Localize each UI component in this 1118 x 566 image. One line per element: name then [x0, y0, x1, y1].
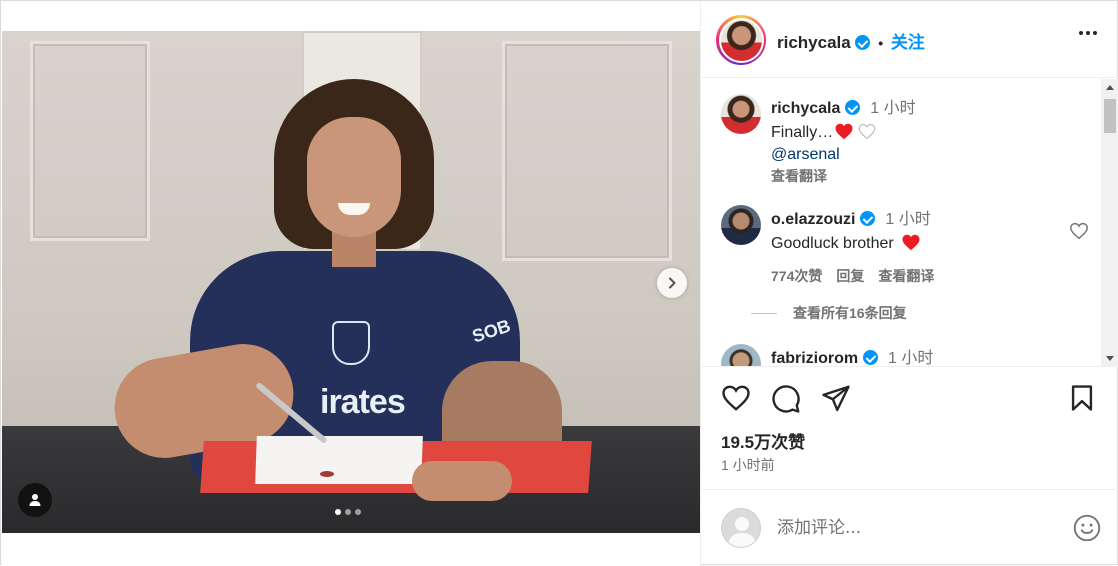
paper-seal [320, 471, 334, 477]
comments-scrollbar[interactable] [1101, 79, 1118, 366]
author-avatar-image [720, 19, 762, 61]
more-options-button[interactable] [1079, 31, 1097, 35]
white-heart-emoji-icon [858, 124, 876, 140]
share-icon [822, 385, 850, 412]
separator: • [878, 35, 884, 51]
post-dialog: irates SOB richycala • 关注 richycala 1 小时… [0, 0, 1118, 566]
emoji-button[interactable] [1073, 514, 1101, 547]
current-user-avatar [721, 508, 761, 548]
author-line: richycala • 关注 [777, 28, 925, 53]
follow-button[interactable]: 关注 [891, 33, 925, 52]
comment-meta: 774次赞 回复 查看翻译 [771, 266, 1071, 286]
avatar[interactable] [721, 344, 761, 366]
red-heart-emoji-icon [902, 234, 920, 251]
verified-icon [855, 35, 871, 50]
view-replies-button[interactable]: 查看所有16条回复 [751, 303, 907, 323]
carousel-dot [345, 509, 351, 515]
add-comment-bar [701, 489, 1118, 566]
verified-icon [862, 350, 878, 365]
comment-username[interactable]: richycala [771, 100, 840, 117]
more-icon [1079, 31, 1083, 35]
avatar[interactable] [721, 94, 761, 134]
post-sidebar: richycala • 关注 richycala 1 小时 Finally… @… [700, 1, 1118, 566]
replies-line [751, 312, 777, 314]
carousel-dot [355, 509, 361, 515]
see-translation-link[interactable]: 查看翻译 [878, 266, 934, 286]
like-button[interactable] [721, 384, 751, 417]
author-avatar[interactable] [716, 15, 766, 65]
bookmark-icon [1071, 385, 1093, 411]
wall-panel [502, 41, 672, 261]
comment-input[interactable] [777, 516, 1047, 540]
heart-icon [722, 385, 750, 411]
default-avatar-icon [728, 517, 756, 547]
comment-time[interactable]: 1 小时 [888, 350, 933, 366]
like-comment-button[interactable] [1069, 222, 1089, 245]
heart-icon [1070, 222, 1088, 240]
person-face [307, 117, 401, 237]
likes-count[interactable]: 19.5万次赞 [721, 428, 805, 453]
post-header: richycala • 关注 [701, 1, 1118, 78]
scrollbar-thumb[interactable] [1104, 99, 1116, 133]
verified-icon [859, 211, 875, 226]
comment-username[interactable]: fabriziorom [771, 350, 858, 366]
tagged-users-button[interactable] [18, 483, 52, 517]
red-heart-emoji-icon [835, 123, 853, 140]
user-tag-icon [29, 494, 41, 506]
comment-icon [772, 385, 800, 413]
scroll-down-arrow[interactable] [1106, 356, 1114, 361]
reply-button[interactable]: 回复 [836, 266, 864, 286]
chevron-right-icon [669, 277, 676, 289]
comments-list[interactable]: richycala 1 小时 Finally… @arsenal 查看翻译 o.… [701, 79, 1118, 367]
person-hand [412, 461, 512, 501]
wall-panel [30, 41, 150, 241]
comment-text: Goodluck brother [771, 234, 1071, 254]
comment-button[interactable] [771, 384, 801, 419]
save-button[interactable] [1069, 384, 1095, 417]
carousel-indicator [335, 509, 361, 515]
comment-likes-count[interactable]: 774次赞 [771, 266, 822, 286]
verified-icon [844, 100, 860, 115]
shirt-sponsor: irates [320, 383, 406, 421]
emoji-icon [1073, 514, 1101, 542]
contract-paper [255, 436, 423, 484]
comment-time[interactable]: 1 小时 [885, 211, 930, 228]
comment-username[interactable]: o.elazzouzi [771, 211, 855, 228]
comment-time[interactable]: 1 小时 [870, 100, 915, 117]
club-crest [332, 321, 370, 365]
post-photo[interactable]: irates SOB [2, 31, 700, 533]
next-slide-button[interactable] [657, 268, 687, 298]
post-actions [721, 384, 1101, 416]
share-button[interactable] [821, 384, 851, 417]
post-media: irates SOB [2, 1, 700, 566]
carousel-dot-active [335, 509, 341, 515]
avatar[interactable] [721, 205, 761, 245]
mention-link[interactable]: @arsenal [771, 145, 1071, 165]
post-timestamp[interactable]: 1 小时前 [721, 455, 775, 475]
author-username[interactable]: richycala [777, 33, 851, 52]
caption-text: Finally… @arsenal [771, 123, 1071, 165]
scroll-up-arrow[interactable] [1106, 85, 1114, 90]
see-translation-link[interactable]: 查看翻译 [771, 166, 1071, 186]
